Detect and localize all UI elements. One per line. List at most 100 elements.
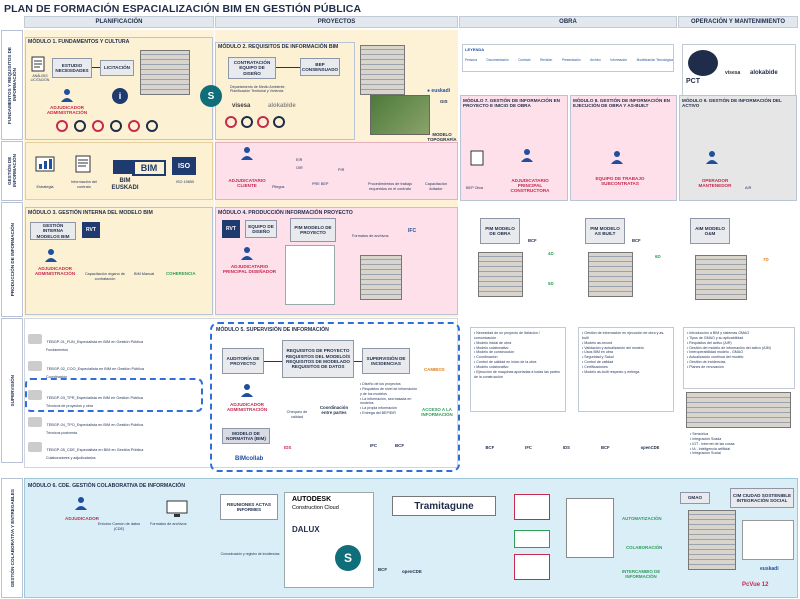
automatizacion-label: AUTOMATIZACIÓN (622, 516, 662, 521)
cycle-icon (225, 116, 237, 128)
construction-cloud-logo: Construction Cloud (292, 505, 339, 511)
coordinacion-label: Coordinación entre partes (319, 405, 349, 415)
pim-proyecto-box: PIM MODELO DE PROYECTO (290, 218, 336, 242)
column-header-operacion: OPERACIÓN Y MANTENIMIENTO (678, 16, 798, 28)
module-1-title: MÓDULO 1. FUNDAMENTOS Y CULTURA (28, 39, 130, 45)
course-icon (28, 333, 42, 344)
building-photo (686, 392, 791, 428)
building-photo (688, 510, 736, 570)
eir-label: EIR (296, 158, 303, 162)
gmao-box: GMAO (680, 492, 710, 504)
module-9-title: MÓDULO 9. GESTIÓN DE INFORMACIÓN DEL ACT… (682, 98, 782, 108)
tebgp-item: TEBGP-02_COO_Especialista en BIM en Gest… (28, 357, 144, 379)
opencde-logo: openCDE (640, 445, 660, 450)
ids-label: IDS (284, 445, 292, 450)
arrow-connector (354, 361, 362, 362)
acceso-informacion-label: ACCESO A LA INFORMACIÓN (421, 407, 453, 417)
icon-row-m1 (56, 120, 176, 134)
cycle-icon (146, 120, 158, 132)
adjudicador-label: ADJUDICADOR ADMINISTRACIÓN (34, 266, 76, 277)
visesa-logo: visesa (725, 70, 741, 76)
monitor-icon (166, 500, 188, 518)
row-band-fundamentos: FUNDAMENTOS Y REQUISITOS DE INFORMACIÓN (1, 30, 23, 140)
ifc-label: IFC (370, 443, 378, 448)
ids-logo: IDS (562, 445, 570, 450)
workflow-card (514, 554, 550, 580)
bcf-label: BCF (632, 238, 641, 243)
prebep-label: PRE BEP (312, 182, 329, 186)
person-icon (74, 496, 88, 510)
pct-logo: PCT (686, 78, 700, 85)
modelo-normativa-box: MODELO DE NORMATIVA (BIM) (222, 428, 270, 444)
module-5-title: MÓDULO 5. SUPERVISIÓN DE INFORMACIÓN (216, 327, 329, 333)
person-icon (705, 150, 719, 164)
page-title: PLAN DE FORMACIÓN ESPACIALIZACIÓN BIM EN… (4, 3, 362, 15)
person-icon (240, 383, 254, 397)
row-band-gestion: GESTIÓN DE INFORMACIÓN (1, 141, 23, 201)
module-8-title: MÓDULO 8. GESTIÓN DE INFORMACIÓN EN EJEC… (573, 98, 670, 108)
visesa-logo: visesa (232, 103, 251, 109)
module-7-title: MÓDULO 7. GESTIÓN DE INFORMACIÓN EN PROY… (463, 98, 560, 108)
legend-item: Presentación (561, 58, 581, 62)
document-stack (566, 498, 614, 558)
building-model-image (478, 252, 523, 297)
5d-label: 5D (548, 281, 554, 286)
obra-bullets-1: Necesidad de un proyecto de licitación /… (474, 331, 562, 379)
tebgp-item: TEBGP-01_FUN_Especialista en BIM en Gest… (28, 330, 143, 352)
bcf-label: BCF (378, 567, 388, 572)
air-label: AIR (745, 186, 752, 190)
alokabide-logo: alokabide (268, 103, 296, 109)
workflow-card (514, 494, 550, 520)
autodesk-logo: AUTODESK (292, 496, 332, 503)
bimcollab-logo: BIMcollab (235, 456, 264, 462)
arrow-connector (264, 361, 282, 362)
column-header-planificacion: PLANIFICACIÓN (24, 16, 214, 28)
intercambio-label: INTERCAMBIO DE INFORMACIÓN (621, 569, 661, 579)
bcf-logo: BCF (485, 445, 495, 450)
legend-item: Revisión (540, 58, 553, 62)
legend-item: Persona (465, 58, 477, 62)
opencde-label: openCDE (402, 569, 422, 574)
bcf-logo: BCF (600, 445, 610, 450)
sharepoint-icon: S (335, 545, 361, 571)
entorno-label: Entorno Común de datos (CDE) (97, 522, 141, 531)
person-icon (520, 148, 534, 162)
bcf-label: BCF (528, 238, 537, 243)
building-model-image (360, 45, 405, 95)
cycle-icon (257, 116, 269, 128)
workflow-card (514, 530, 550, 548)
pct-logo-mark (688, 50, 718, 76)
capacitacion-organo-label: Capacitación órgano de contratación (84, 272, 126, 281)
alokabide-logo: alokabide (750, 70, 778, 76)
auditoria-box: AUDITORÍA DE PROYECTO (222, 348, 264, 374)
arrow-connector (92, 67, 100, 68)
city-map-image (742, 520, 794, 560)
formatos-label: Formatos de archivos (150, 522, 187, 526)
pliegos-label: Pliegos (272, 185, 285, 189)
colaboracion-label: COLABORACIÓN (626, 545, 663, 550)
selection-highlight (25, 378, 203, 412)
procedimientos-label: Procedimientos de trabajo requeridos en … (367, 182, 413, 191)
sharepoint-icon: S (200, 85, 222, 107)
euskadi-logo: euskadi (760, 566, 779, 572)
rvt-icon: RVT (82, 222, 100, 238)
contract-icon (74, 154, 94, 174)
icon-row-m2 (225, 116, 335, 130)
person-icon (240, 146, 254, 160)
7d-label: 7D (763, 257, 769, 262)
document-icon (30, 56, 46, 72)
legend-item: Archivo (590, 58, 601, 62)
legend-item: Contrato (518, 58, 531, 62)
cycle-icon (273, 116, 285, 128)
module-4-title: MÓDULO 4. PRODUCCIÓN INFORMACIÓN PROYECT… (218, 210, 353, 216)
4d-label: 4D (548, 251, 554, 256)
building-model-image (140, 50, 190, 95)
om-bullets: Introducción a BIM y sistemas GMAO Tipos… (687, 331, 792, 370)
formatos-archivos-label: Formatos de archivos (352, 234, 389, 238)
legend-title: LEYENDA (465, 47, 485, 52)
legend-item: Documentación (486, 58, 509, 62)
bim-logo: BIM (132, 160, 166, 176)
ifc-logo: IFC (525, 445, 532, 450)
legend-item: Modelización Tecnológica (636, 58, 673, 62)
contratacion-box: CONTRATACIÓN EQUIPO DE DISEÑO (228, 57, 276, 79)
